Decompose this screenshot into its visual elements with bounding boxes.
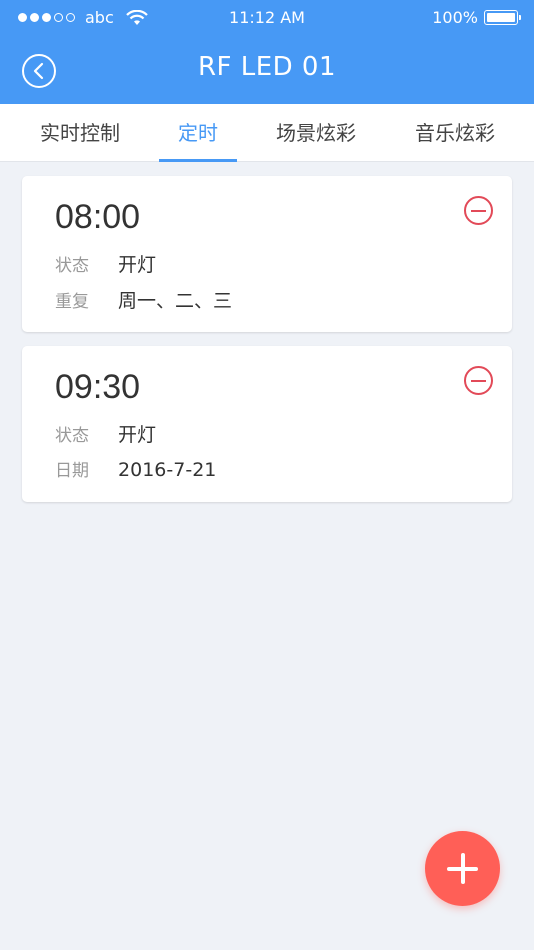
tab-scene-color[interactable]: 场景炫彩 <box>256 104 376 162</box>
tab-timer[interactable]: 定时 <box>138 104 258 162</box>
timer-repeat-row: 重复 周一、二、三 <box>55 286 232 313</box>
tab-bar: 实时控制 定时 场景炫彩 音乐炫彩 <box>0 104 534 162</box>
tab-realtime-control[interactable]: 实时控制 <box>20 104 140 162</box>
nav-bar: RF LED 01 <box>0 36 534 104</box>
repeat-label: 重复 <box>55 292 89 312</box>
timer-time: 09:30 <box>55 368 141 406</box>
status-right: 100% <box>432 8 521 27</box>
battery-percent: 100% <box>432 8 478 27</box>
status-bar: abc 11:12 AM 100% <box>0 0 534 36</box>
status-label: 状态 <box>55 426 89 446</box>
status-label: 状态 <box>55 256 89 276</box>
timer-card[interactable]: 09:30 状态 开灯 日期 2016-7-21 <box>22 346 512 502</box>
active-tab-indicator <box>159 159 237 162</box>
repeat-value: 周一、二、三 <box>118 290 233 312</box>
date-value: 2016-7-21 <box>118 459 217 481</box>
timer-status-row: 状态 开灯 <box>55 250 156 277</box>
timer-card[interactable]: 08:00 状态 开灯 重复 周一、二、三 <box>22 176 512 332</box>
battery-icon <box>484 10 521 25</box>
timer-time: 08:00 <box>55 198 141 236</box>
remove-timer-button[interactable] <box>464 366 493 395</box>
timer-status-row: 状态 开灯 <box>55 420 156 447</box>
date-label: 日期 <box>55 461 89 481</box>
status-value: 开灯 <box>118 254 157 276</box>
timer-date-row: 日期 2016-7-21 <box>55 456 216 481</box>
remove-timer-button[interactable] <box>464 196 493 225</box>
status-value: 开灯 <box>118 424 157 446</box>
page-title: RF LED 01 <box>197 52 337 82</box>
top-bar: abc 11:12 AM 100% RF LED 01 <box>0 0 534 104</box>
add-timer-button[interactable] <box>425 831 500 906</box>
tab-music-color[interactable]: 音乐炫彩 <box>395 104 515 162</box>
plus-icon-vertical <box>460 853 465 884</box>
